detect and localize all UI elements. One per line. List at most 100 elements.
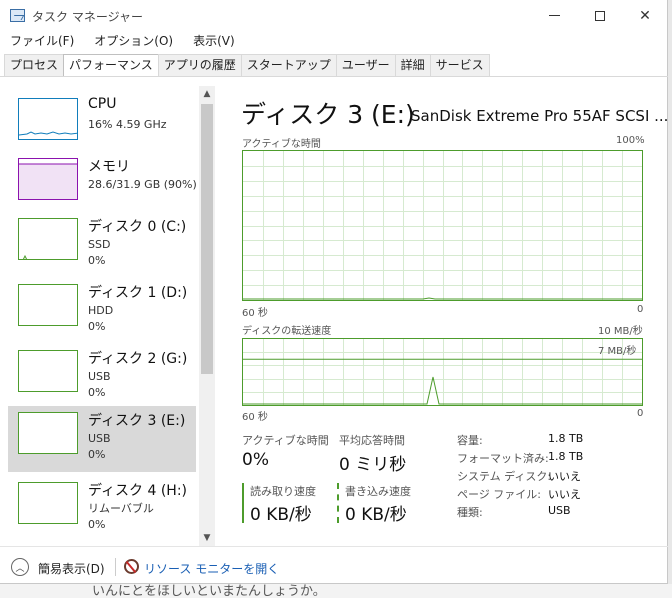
read-speed-label: 読み取り速度	[250, 485, 316, 498]
tab-app-history[interactable]: アプリの履歴	[157, 54, 242, 76]
active-time-graph-x-left: 60 秒	[242, 308, 268, 319]
transfer-graph-label: ディスクの転送速度	[242, 326, 332, 337]
tab-users[interactable]: ユーザー	[335, 54, 396, 76]
tab-performance[interactable]: パフォーマンス	[63, 54, 159, 77]
sidebar-line1: 16% 4.59 GHz	[88, 118, 167, 131]
avg-response-label: 平均応答時間	[339, 434, 405, 447]
sidebar-line1: 28.6/31.9 GB (90%)	[88, 178, 197, 191]
disk-3-thumbnail-graph	[18, 412, 78, 454]
maximize-icon	[595, 10, 605, 21]
sidebar-scrollbar[interactable]: ▲ ▼	[199, 86, 215, 546]
sidebar-line2: 0%	[88, 518, 106, 531]
disk-1-thumbnail-graph	[18, 284, 78, 326]
sidebar-title: ディスク 3 (E:)	[88, 413, 186, 429]
sidebar-item-memory[interactable]: メモリ 28.6/31.9 GB (90%)	[8, 152, 197, 218]
close-button[interactable]: ✕	[622, 0, 668, 31]
window-shadow	[668, 0, 672, 598]
transfer-rate-graph: 7 MB/秒	[242, 338, 643, 406]
prop-system-disk-value: いいえ	[548, 470, 581, 483]
window-title: タスク マネージャー	[32, 10, 143, 24]
sidebar-sub: リムーバブル 0%	[88, 501, 154, 533]
cpu-thumbnail-graph	[18, 98, 78, 140]
prop-formatted-label: フォーマット済み:	[457, 452, 549, 465]
background-text: いんにとをほしいといまたんしょうか。	[92, 584, 326, 598]
transfer-graph-ref: 7 MB/秒	[598, 346, 637, 357]
minimize-icon	[548, 15, 560, 16]
tab-divider	[0, 76, 668, 77]
sidebar-item-disk-3[interactable]: ディスク 3 (E:) USB 0%	[8, 406, 196, 472]
sidebar-line2: 0%	[88, 254, 106, 267]
sidebar-sub: SSD 0%	[88, 237, 110, 269]
transfer-rate-gridlines	[243, 339, 642, 405]
active-time-graph	[242, 150, 643, 301]
active-time-value: 0%	[242, 450, 269, 470]
resource-monitor-icon[interactable]	[124, 559, 139, 574]
memory-fill	[19, 163, 77, 199]
sidebar-item-disk-2[interactable]: ディスク 2 (G:) USB 0%	[8, 344, 196, 410]
tab-services[interactable]: サービス	[429, 54, 490, 76]
prop-capacity-label: 容量:	[457, 434, 483, 447]
footer-divider	[0, 546, 668, 547]
menu-file[interactable]: ファイル(F)	[0, 31, 84, 51]
transfer-graph-x-left: 60 秒	[242, 412, 268, 423]
disk-2-thumbnail-graph	[18, 350, 78, 392]
read-speed-value: 0 KB/秒	[250, 505, 312, 525]
footer-separator	[115, 558, 116, 576]
sidebar-title: メモリ	[88, 159, 130, 175]
chevron-up-icon[interactable]: ︿	[11, 558, 29, 576]
sidebar-item-disk-1[interactable]: ディスク 1 (D:) HDD 0%	[8, 278, 196, 344]
sidebar-line1: SSD	[88, 238, 111, 251]
disk-0-thumbnail-graph	[18, 218, 78, 260]
prop-capacity-value: 1.8 TB	[548, 432, 584, 445]
sidebar-item-cpu[interactable]: CPU 16% 4.59 GHz	[8, 92, 196, 158]
transfer-graph-max: 10 MB/秒	[598, 326, 643, 337]
sidebar-line1: リムーバブル	[88, 502, 154, 515]
sidebar-line2: 0%	[88, 386, 106, 399]
sidebar-title: ディスク 1 (D:)	[88, 285, 188, 301]
sidebar-line2: 0%	[88, 448, 106, 461]
write-speed-label: 書き込み速度	[345, 485, 411, 498]
scroll-thumb[interactable]	[201, 104, 213, 374]
active-time-graph-label: アクティブな時間	[242, 139, 321, 150]
performance-sidebar: CPU 16% 4.59 GHz メモリ 28.6/31.9 GB (90%) …	[8, 86, 197, 546]
scroll-down-icon[interactable]: ▼	[199, 530, 215, 546]
memory-thumbnail-graph	[18, 158, 78, 200]
prop-type-label: 種類:	[457, 506, 483, 519]
disk-4-thumbnail-graph	[18, 482, 78, 524]
write-speed-value: 0 KB/秒	[345, 505, 407, 525]
active-time-graph-x-right: 0	[637, 304, 644, 315]
sidebar-title: ディスク 2 (G:)	[88, 351, 188, 367]
maximize-button[interactable]	[577, 0, 623, 31]
minimize-button[interactable]	[531, 0, 577, 31]
sidebar-line1: USB	[88, 432, 111, 445]
close-icon: ✕	[639, 7, 651, 24]
menu-options[interactable]: オプション(O)	[84, 31, 183, 51]
resource-monitor-link[interactable]: リソース モニターを開く	[144, 560, 279, 577]
scroll-up-icon[interactable]: ▲	[199, 86, 215, 102]
tab-processes[interactable]: プロセス	[4, 54, 65, 76]
sidebar-sub: USB 0%	[88, 369, 111, 401]
tab-startup[interactable]: スタートアップ	[240, 54, 337, 76]
sidebar-sub: HDD 0%	[88, 303, 113, 335]
sidebar-title: CPU	[88, 96, 117, 112]
prop-page-file-value: いいえ	[548, 488, 581, 501]
active-time-label: アクティブな時間	[242, 434, 329, 447]
sidebar-item-disk-0[interactable]: ディスク 0 (C:) SSD 0%	[8, 212, 196, 278]
tab-bar: プロセス パフォーマンス アプリの履歴 スタートアップ ユーザー 詳細 サービス	[4, 54, 490, 77]
title-bar[interactable]: タスク マネージャー ✕	[0, 0, 668, 31]
prop-system-disk-label: システム ディスク:	[457, 470, 552, 483]
prop-page-file-label: ページ ファイル:	[457, 488, 541, 501]
tab-details[interactable]: 詳細	[394, 54, 431, 76]
sidebar-line1: USB	[88, 370, 111, 383]
disk-model: SanDisk Extreme Pro 55AF SCSI ...	[411, 107, 669, 125]
prop-type-value: USB	[548, 504, 571, 517]
menu-view[interactable]: 表示(V)	[183, 31, 245, 51]
sidebar-line2: 0%	[88, 320, 106, 333]
sidebar-item-disk-4[interactable]: ディスク 4 (H:) リムーバブル 0%	[8, 476, 196, 542]
disk-0-sparkline	[22, 254, 28, 259]
sidebar-title: ディスク 0 (C:)	[88, 219, 187, 235]
disk-title: ディスク 3 (E:)	[241, 100, 415, 129]
sidebar-line1: HDD	[88, 304, 114, 317]
cpu-sparkline	[19, 131, 77, 136]
fewer-details-button[interactable]: 簡易表示(D)	[38, 560, 105, 577]
